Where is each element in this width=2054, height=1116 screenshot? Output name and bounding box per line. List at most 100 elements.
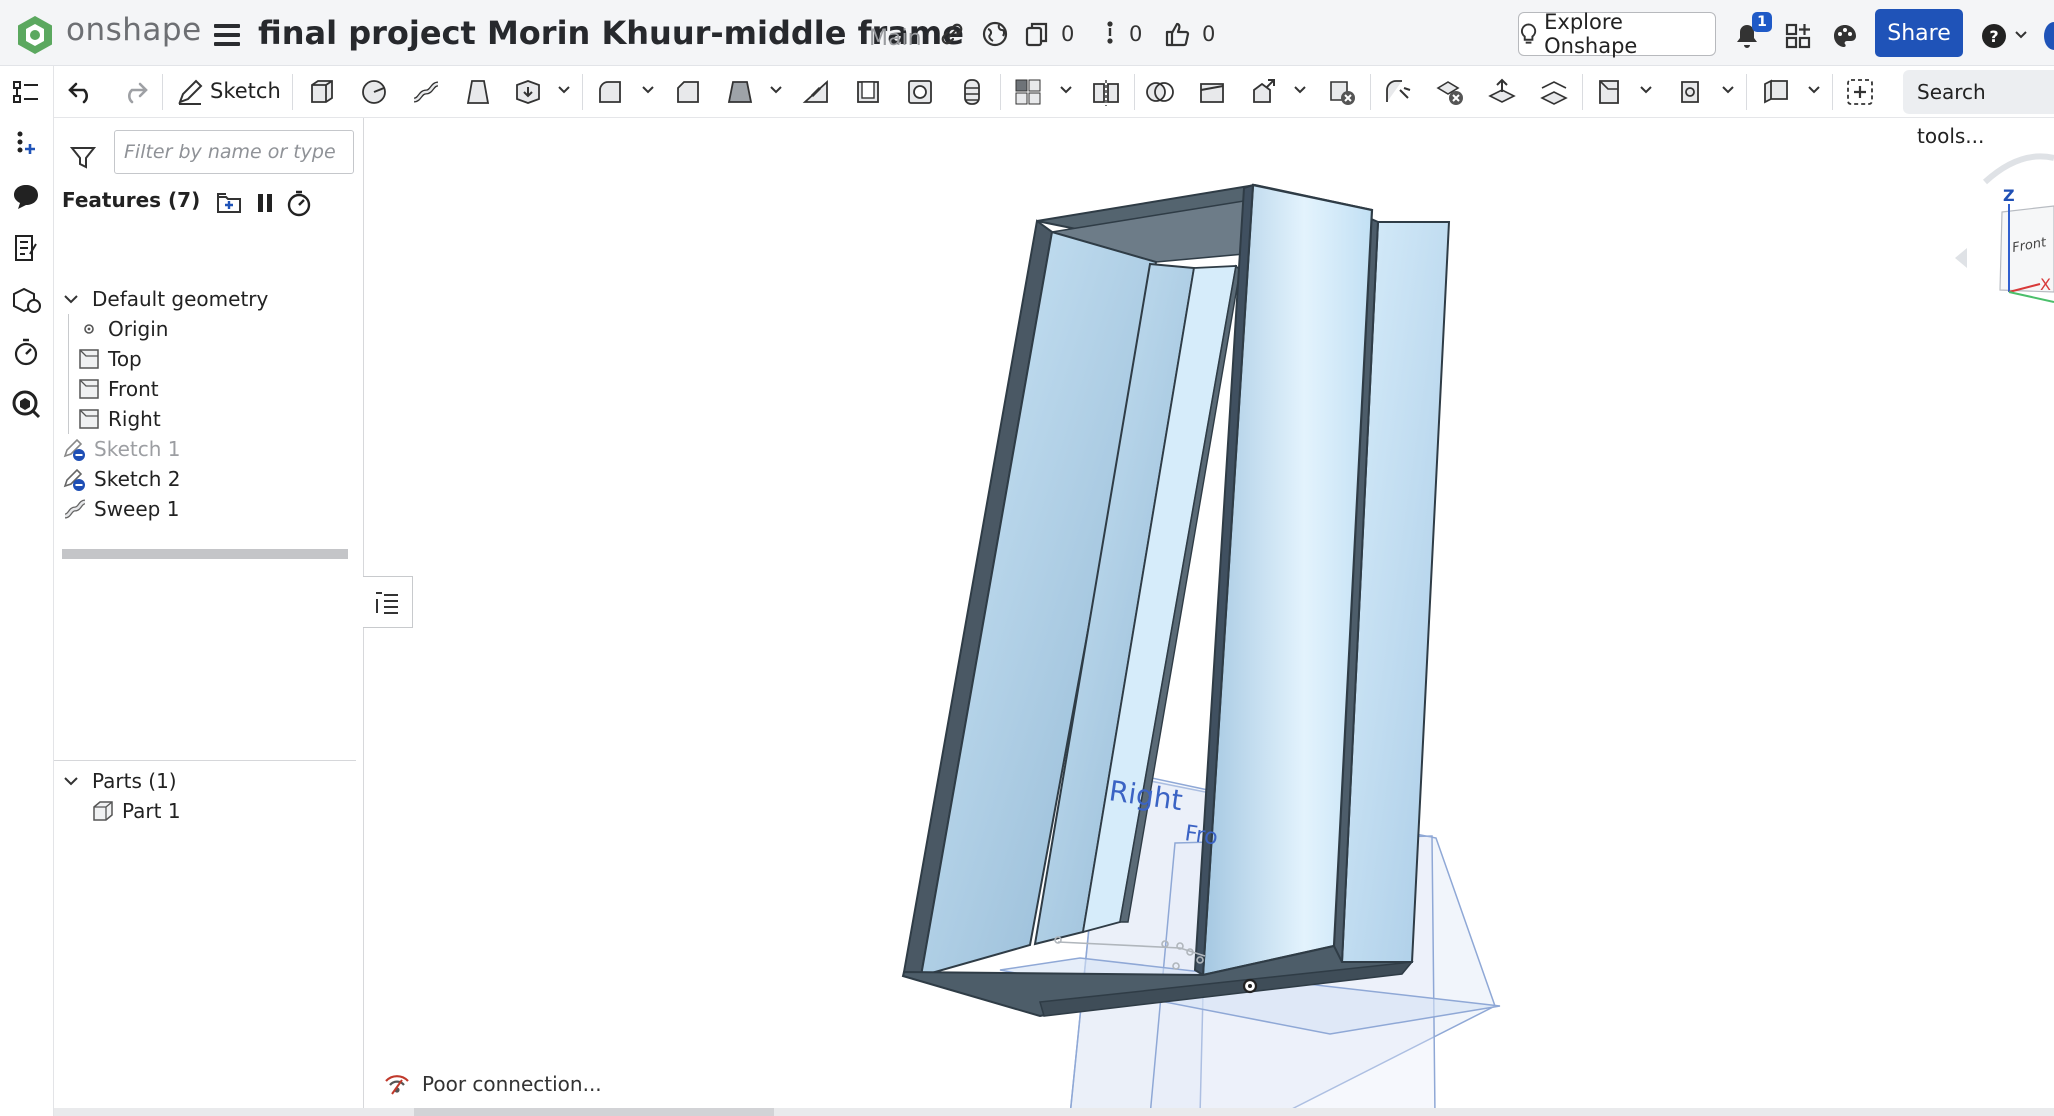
move-face-icon[interactable]	[1486, 76, 1518, 108]
split-icon[interactable]	[1196, 76, 1228, 108]
plane-icon	[79, 409, 99, 429]
default-geometry-group[interactable]: Default geometry	[62, 284, 268, 314]
add-custom-feature-icon[interactable]	[1844, 76, 1876, 108]
filter-funnel-icon[interactable]	[68, 142, 98, 172]
rib-icon[interactable]	[800, 76, 832, 108]
hole-icon[interactable]	[904, 76, 936, 108]
chevron-down-icon[interactable]	[1058, 82, 1074, 98]
brand-wordmark: onshape	[66, 12, 202, 48]
front-plane-label[interactable]: Fro	[1183, 821, 1219, 850]
modify-fillet-icon[interactable]	[1382, 76, 1414, 108]
chevron-down-icon[interactable]	[768, 82, 784, 98]
document-title[interactable]: final project Morin Khuur-middle frame	[258, 14, 964, 52]
part-icon	[93, 801, 113, 821]
rollback-bar[interactable]	[62, 549, 348, 559]
chevron-down-icon[interactable]	[62, 290, 80, 308]
parts-group[interactable]: Parts (1)	[62, 766, 177, 796]
scrollbar-thumb[interactable]	[414, 1108, 774, 1116]
view-cube-rotate-arrow-icon[interactable]	[1982, 153, 2054, 185]
user-avatar[interactable]	[2044, 22, 2054, 50]
mate-connector-icon[interactable]	[1676, 76, 1708, 108]
variables-icon[interactable]	[10, 232, 42, 264]
chevron-down-icon[interactable]	[62, 772, 80, 790]
performance-stopwatch-icon[interactable]	[10, 336, 42, 368]
sheet-metal-icon[interactable]	[1760, 76, 1792, 108]
tree-item-right-plane[interactable]: Right	[76, 404, 161, 434]
feature-toolbar: Sketch Search tools...	[0, 66, 2054, 148]
sweep-icon[interactable]	[410, 76, 442, 108]
menu-icon[interactable]	[214, 24, 240, 46]
branches-icon[interactable]	[1096, 20, 1124, 48]
mirror-icon[interactable]	[1090, 76, 1122, 108]
draft-icon[interactable]	[724, 76, 756, 108]
delete-part-icon[interactable]	[1326, 76, 1358, 108]
versions-icon[interactable]	[1023, 20, 1051, 48]
connection-status-label: Poor connection...	[422, 1072, 602, 1096]
model-view[interactable]: Right Fro Front Z X	[364, 118, 2054, 1116]
extrude-icon[interactable]	[306, 76, 338, 108]
undo-icon[interactable]	[66, 76, 98, 108]
loft-icon[interactable]	[462, 76, 494, 108]
chevron-down-icon[interactable]	[640, 82, 656, 98]
branch-name[interactable]: Main	[869, 26, 922, 51]
globe-icon[interactable]	[981, 20, 1009, 48]
share-button[interactable]: Share	[1875, 9, 1963, 57]
chevron-down-icon[interactable]	[556, 82, 572, 98]
tree-item-origin[interactable]: Origin	[76, 314, 168, 344]
help-icon[interactable]: ?	[1980, 22, 2008, 50]
tab-bar-scroll-strip[interactable]	[54, 1108, 2054, 1116]
chevron-down-icon[interactable]	[1638, 82, 1654, 98]
revolve-icon[interactable]	[358, 76, 390, 108]
insert-feature-icon[interactable]	[10, 128, 42, 160]
feature-label: Sweep 1	[94, 497, 180, 521]
chevron-down-icon[interactable]	[1806, 82, 1822, 98]
plane-icon[interactable]	[1594, 76, 1626, 108]
thicken-icon[interactable]	[512, 76, 544, 108]
parts-appearance-icon[interactable]	[10, 284, 42, 316]
view-cube[interactable]: Front Z X	[1955, 153, 2054, 303]
chevron-down-icon[interactable]	[1720, 82, 1736, 98]
tree-item-front-plane[interactable]: Front	[76, 374, 159, 404]
part-item[interactable]: Part 1	[90, 796, 181, 826]
comments-icon[interactable]	[10, 180, 42, 212]
shell-icon[interactable]	[852, 76, 884, 108]
versions-count: 0	[1061, 22, 1075, 46]
pause-icon[interactable]	[250, 188, 280, 218]
chamfer-icon[interactable]	[672, 76, 704, 108]
rebuild-timer-icon[interactable]	[284, 188, 314, 218]
search-tools-input[interactable]: Search tools...	[1903, 70, 2054, 148]
tree-item-top-plane[interactable]: Top	[76, 344, 142, 374]
linear-pattern-icon[interactable]	[1012, 76, 1044, 108]
measure-inspect-icon[interactable]	[10, 388, 42, 420]
feature-list-icon[interactable]	[10, 76, 42, 108]
feature-sketch-2[interactable]: Sketch 2	[62, 464, 180, 494]
onshape-logo-icon[interactable]	[14, 14, 56, 56]
feature-filter-input[interactable]	[114, 130, 354, 174]
sketch-button-label[interactable]: Sketch	[210, 79, 281, 103]
boolean-icon[interactable]	[1144, 76, 1176, 108]
delete-face-icon[interactable]	[1434, 76, 1466, 108]
fillet-icon[interactable]	[594, 76, 626, 108]
add-folder-icon[interactable]	[214, 188, 244, 218]
likes-count: 0	[1202, 22, 1216, 46]
view-cube-left-arrow-icon[interactable]	[1955, 248, 1967, 268]
redo-icon[interactable]	[118, 76, 150, 108]
toolbar-divider	[1370, 74, 1371, 110]
explore-onshape-label: Explore Onshape	[1544, 10, 1638, 58]
feature-sweep-1[interactable]: Sweep 1	[62, 494, 179, 524]
thread-icon[interactable]	[956, 76, 988, 108]
explore-onshape-button[interactable]: Explore Onshape	[1518, 10, 1716, 58]
feature-list-panel: Features (7) Default geometry Origin Top…	[54, 118, 364, 1116]
like-icon[interactable]	[1163, 20, 1191, 48]
link-icon[interactable]	[938, 20, 966, 48]
help-chevron-down-icon[interactable]	[2014, 28, 2028, 42]
chevron-down-icon[interactable]	[1292, 82, 1308, 98]
sketch-pencil-icon[interactable]	[174, 76, 206, 108]
transform-icon[interactable]	[1248, 76, 1280, 108]
learning-center-icon[interactable]	[1831, 22, 1859, 50]
top-bar: onshape final project Morin Khuur-middle…	[0, 0, 2054, 66]
replace-face-icon[interactable]	[1538, 76, 1570, 108]
graphics-viewport[interactable]: Right Fro Front Z X	[364, 118, 2054, 1116]
app-store-icon[interactable]	[1784, 22, 1812, 50]
feature-sketch-1[interactable]: Sketch 1	[62, 434, 180, 464]
